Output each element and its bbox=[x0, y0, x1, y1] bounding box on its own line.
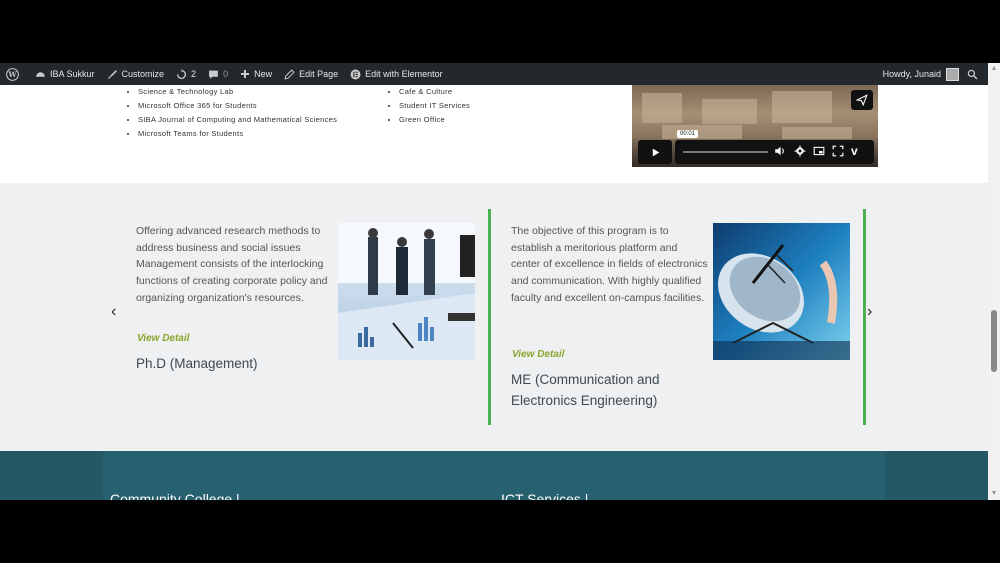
scroll-up-arrow-icon[interactable]: ▲ bbox=[988, 64, 1000, 74]
volume-icon[interactable] bbox=[774, 145, 786, 160]
link-item[interactable]: Green Office bbox=[399, 113, 519, 127]
link-item[interactable]: SIBA Journal of Computing and Mathematic… bbox=[138, 113, 338, 127]
wp-admin-bar: W IBA Sukkur Customize 2 0 New Edit Page bbox=[0, 63, 988, 85]
program-title[interactable]: Ph.D (Management) bbox=[136, 353, 336, 374]
program-description: The objective of this program is to esta… bbox=[511, 225, 708, 304]
pencil-icon bbox=[284, 68, 295, 80]
site-name-label: IBA Sukkur bbox=[50, 69, 95, 79]
new-content-button[interactable]: New bbox=[234, 63, 278, 85]
programs-carousel: ‹ › Offering advanced research methods t… bbox=[0, 183, 988, 451]
video-player[interactable]: 00:01 v bbox=[632, 85, 878, 167]
picture-in-picture-icon[interactable] bbox=[813, 145, 825, 160]
plus-icon bbox=[241, 70, 250, 78]
vertical-scrollbar[interactable]: ▲ ▼ bbox=[988, 63, 1000, 500]
footer-heading: Community College | bbox=[110, 491, 240, 500]
updates-icon bbox=[177, 68, 187, 79]
fullscreen-icon[interactable] bbox=[832, 145, 844, 160]
send-icon bbox=[856, 94, 868, 106]
howdy-label: Howdy, Junaid bbox=[882, 69, 941, 79]
link-item[interactable]: Cafe & Culture bbox=[399, 85, 519, 99]
updates-button[interactable]: 2 bbox=[170, 63, 202, 85]
business-meeting-image bbox=[338, 223, 475, 360]
video-controls: v bbox=[675, 140, 874, 164]
card-divider bbox=[488, 209, 491, 425]
comments-button[interactable]: 0 bbox=[202, 63, 234, 85]
new-label: New bbox=[254, 69, 273, 79]
browser-viewport: W IBA Sukkur Customize 2 0 New Edit Page bbox=[0, 63, 1000, 500]
wordpress-logo-icon[interactable]: W bbox=[0, 63, 29, 85]
avatar bbox=[946, 67, 959, 81]
footer-heading: ICT Services | bbox=[501, 491, 589, 500]
scroll-down-arrow-icon[interactable]: ▼ bbox=[988, 489, 1000, 499]
card-divider bbox=[863, 209, 866, 425]
search-icon bbox=[967, 69, 978, 79]
svg-text:W: W bbox=[7, 70, 17, 79]
customize-label: Customize bbox=[121, 69, 165, 79]
user-account-menu[interactable]: Howdy, Junaid bbox=[877, 63, 963, 85]
scrollbar-thumb[interactable] bbox=[991, 310, 997, 372]
brush-icon bbox=[107, 69, 117, 79]
chevron-left-icon[interactable]: ‹ bbox=[111, 303, 116, 321]
edit-elementor-button[interactable]: Edit with Elementor bbox=[344, 63, 449, 85]
satellite-dish-image bbox=[713, 223, 850, 360]
vimeo-logo-icon[interactable]: v bbox=[851, 144, 858, 158]
share-button[interactable] bbox=[851, 90, 873, 110]
search-button[interactable] bbox=[963, 63, 988, 85]
comment-icon bbox=[209, 70, 218, 79]
quick-links-section: Science & Technology Lab Microsoft Offic… bbox=[0, 85, 988, 183]
comments-count: 0 bbox=[223, 69, 229, 79]
progress-track[interactable] bbox=[683, 151, 768, 153]
play-button[interactable] bbox=[638, 140, 672, 164]
site-name-menu[interactable]: IBA Sukkur bbox=[29, 63, 101, 85]
edit-page-button[interactable]: Edit Page bbox=[278, 63, 344, 85]
edit-elementor-label: Edit with Elementor bbox=[365, 69, 443, 79]
link-item[interactable]: Microsoft Teams for Students bbox=[138, 127, 338, 141]
chevron-right-icon[interactable]: › bbox=[867, 303, 872, 321]
updates-count: 2 bbox=[191, 69, 197, 79]
link-item[interactable]: Microsoft Office 365 for Students bbox=[138, 99, 338, 113]
links-column-2: Cafe & Culture Student IT Services Green… bbox=[385, 85, 519, 127]
view-detail-link[interactable]: View Detail bbox=[512, 349, 564, 360]
elementor-icon bbox=[350, 69, 361, 79]
link-item[interactable]: Science & Technology Lab bbox=[138, 85, 338, 99]
site-footer: Community College | ICT Services | bbox=[0, 451, 988, 500]
view-detail-link[interactable]: View Detail bbox=[137, 333, 189, 344]
edit-page-label: Edit Page bbox=[299, 69, 339, 79]
customize-button[interactable]: Customize bbox=[101, 63, 171, 85]
settings-gear-icon[interactable] bbox=[794, 145, 806, 160]
dashboard-icon bbox=[36, 71, 45, 77]
time-tooltip: 00:01 bbox=[677, 130, 699, 138]
play-icon bbox=[652, 148, 659, 156]
link-item[interactable]: Student IT Services bbox=[399, 99, 519, 113]
program-description: Offering advanced research methods to ad… bbox=[136, 225, 328, 304]
footer-container: Community College | ICT Services | bbox=[103, 451, 885, 500]
program-title[interactable]: ME (Communication and Electronics Engine… bbox=[511, 369, 691, 411]
links-column-1: Science & Technology Lab Microsoft Offic… bbox=[124, 85, 338, 141]
